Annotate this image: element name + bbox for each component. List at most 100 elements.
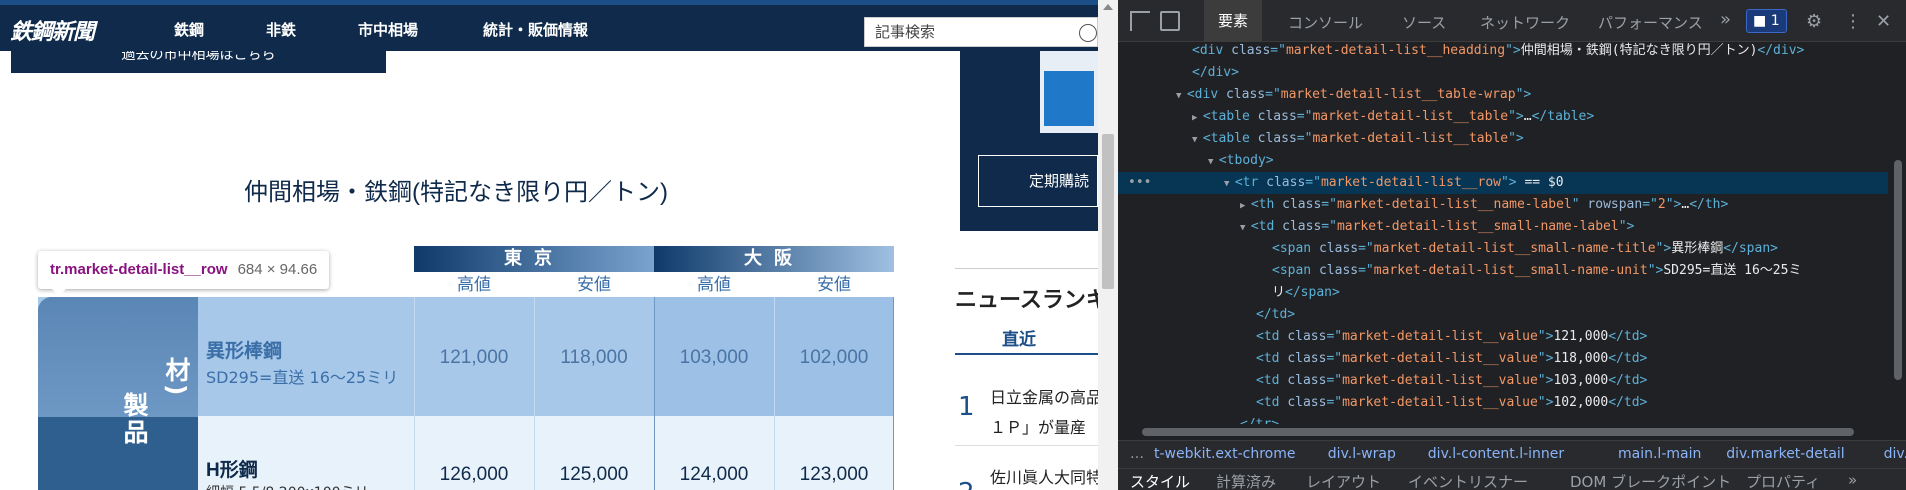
scrollbar-thumb[interactable] [1102, 134, 1114, 289]
dom-node[interactable]: ▼ <table class="market-detail-list__tabl… [1118, 128, 1888, 150]
sub-header-low: 安値 [817, 275, 851, 295]
styles-subtab[interactable]: プロパティ [1746, 471, 1820, 490]
issues-badge[interactable]: ■ 1 [1746, 9, 1787, 33]
dom-token: <div [1192, 43, 1232, 58]
dom-node[interactable]: <div class="market-detail-list__headding… [1118, 42, 1888, 62]
expand-icon[interactable]: ▶ [1192, 113, 1203, 123]
city-header-osaka: 大阪 [654, 246, 894, 272]
styles-subtab[interactable]: » [1848, 471, 1857, 489]
tab-performance[interactable]: パフォーマンス [1598, 12, 1703, 33]
tab-console[interactable]: コンソール [1288, 12, 1363, 33]
search-input[interactable] [865, 18, 1065, 46]
dom-token: </div> [1192, 65, 1239, 80]
sub-header-low: 安値 [577, 275, 611, 295]
kebab-menu-icon[interactable]: ⋮ [1844, 11, 1862, 32]
dom-token: =" [1326, 329, 1343, 344]
dom-token: == $0 [1516, 175, 1564, 190]
dom-node[interactable]: <td class="market-detail-list__value">12… [1118, 326, 1888, 348]
dom-token: class [1287, 329, 1327, 344]
news-link[interactable]: 佐川眞人大同特 [990, 464, 1098, 488]
more-tabs-button[interactable]: » [1720, 9, 1731, 30]
dom-token: "> [1515, 87, 1532, 102]
breadcrumb-overflow[interactable]: … [1130, 441, 1144, 467]
news-link[interactable]: １Ｐ」が量産 [990, 414, 1086, 438]
styles-subtab[interactable]: イベントリスナー [1408, 471, 1528, 490]
site-logo[interactable]: 鉄鋼新聞 [10, 14, 95, 46]
collapse-icon[interactable]: ▼ [1176, 91, 1187, 101]
dom-node[interactable]: </div> [1118, 62, 1888, 84]
close-icon[interactable]: ✕ [1876, 11, 1891, 32]
tab-sources[interactable]: ソース [1402, 12, 1446, 33]
dom-token: class [1287, 351, 1327, 366]
dom-node[interactable]: </tr> [1118, 414, 1888, 424]
dom-token: class [1287, 395, 1327, 410]
dom-node[interactable]: <td class="market-detail-list__value">10… [1118, 370, 1888, 392]
search-icon[interactable] [1079, 24, 1097, 42]
dom-token: =" [1326, 373, 1343, 388]
breadcrumb-item[interactable]: div.l-wrap [1328, 441, 1396, 467]
inspect-element-icon[interactable] [1130, 11, 1150, 31]
dom-token: <td [1250, 219, 1283, 234]
styles-subtab[interactable]: レイアウト [1306, 471, 1381, 490]
styles-subtab[interactable]: 計算済み [1216, 471, 1276, 490]
dom-token: <td [1256, 329, 1288, 344]
tab-elements[interactable]: 要素 [1204, 0, 1263, 42]
breadcrumb-item[interactable]: div.market-detail [1726, 441, 1845, 467]
tab-network[interactable]: ネットワーク [1480, 12, 1570, 33]
dom-node[interactable]: ▶ <th class="market-detail-list__name-la… [1118, 194, 1888, 216]
dom-token: 118,000 [1553, 351, 1609, 366]
news-link[interactable]: 日立金属の高品 [990, 384, 1098, 408]
dom-token: class [1282, 197, 1322, 212]
dom-node[interactable]: ▼ <div class="market-detail-list__table-… [1118, 84, 1888, 106]
collapse-icon[interactable]: ▼ [1240, 223, 1251, 233]
dom-node[interactable]: <td class="market-detail-list__value">10… [1118, 392, 1888, 414]
dom-token: <table [1202, 131, 1258, 146]
dom-token: market-detail-list__table [1312, 131, 1509, 146]
past-prices-link[interactable]: 過去の市中相場はこちら [11, 51, 386, 73]
value-cell: 123,000 [799, 464, 869, 485]
value-cell: 102,000 [799, 347, 869, 368]
breadcrumb-item[interactable]: t-webkit.ext-chrome [1154, 441, 1295, 467]
breadcrumb-item[interactable]: main.l-main [1618, 441, 1701, 467]
dom-vertical-scrollbar[interactable] [1890, 42, 1906, 424]
collapse-icon[interactable]: ▼ [1208, 157, 1219, 167]
dom-node[interactable]: リ</span> [1118, 282, 1888, 304]
promo-image[interactable] [1040, 51, 1098, 133]
gear-icon[interactable]: ⚙ [1806, 11, 1822, 32]
styles-subtab[interactable]: スタイル [1130, 471, 1190, 490]
dom-node[interactable]: ▶ <table class="market-detail-list__tabl… [1118, 106, 1888, 128]
page-scrollbar[interactable] [1098, 0, 1118, 490]
nav-nonferrous[interactable]: 非鉄 [266, 19, 296, 40]
collapse-icon[interactable]: ▼ [1224, 179, 1235, 189]
scrollbar-thumb[interactable] [1142, 428, 1854, 436]
dom-node[interactable]: <td class="market-detail-list__value">11… [1118, 348, 1888, 370]
device-toolbar-icon[interactable] [1160, 11, 1180, 31]
nav-statistics[interactable]: 統計・販価情報 [483, 19, 588, 40]
dom-horizontal-scrollbar[interactable] [1130, 424, 1886, 438]
nav-steel[interactable]: 鉄鋼 [174, 19, 204, 40]
dom-token: 仲間相場・鉄鋼(特記なき限り円／トン) [1520, 43, 1758, 58]
breadcrumb-item[interactable]: div.market-detail [1884, 441, 1906, 467]
breadcrumb-item[interactable]: div.l-content.l-inner [1428, 441, 1564, 467]
scrollbar-thumb[interactable] [1894, 160, 1902, 380]
nav-market-prices[interactable]: 市中相場 [358, 19, 418, 40]
tooltip-size: 684 × 94.66 [237, 261, 318, 278]
dom-token: market-detail-list__table-wrap [1280, 87, 1516, 102]
dom-node[interactable]: ▼ <td class="market-detail-list__small-n… [1118, 216, 1888, 238]
dom-node[interactable]: <span class="market-detail-list__small-n… [1118, 238, 1888, 260]
dom-token: <th [1250, 197, 1283, 212]
dom-token: </span> [1285, 285, 1340, 300]
dom-token: "> [1655, 241, 1672, 256]
dom-node[interactable]: ▼ <tbody> [1118, 150, 1888, 172]
dom-node[interactable]: <span class="market-detail-list__small-n… [1118, 260, 1888, 282]
node-actions-icon[interactable]: ••• [1128, 172, 1151, 194]
collapse-icon[interactable]: ▼ [1192, 135, 1203, 145]
dom-node[interactable]: </td> [1118, 304, 1888, 326]
dom-node-selected[interactable]: ••• ▼ <tr class="market-detail-list__row"… [1118, 172, 1888, 194]
sub-header-high: 高値 [457, 275, 491, 295]
expand-icon[interactable]: ▶ [1240, 201, 1251, 211]
scroll-up-icon[interactable] [1103, 4, 1113, 10]
tab-recent[interactable]: 直近 [1002, 325, 1036, 350]
styles-subtab[interactable]: DOM ブレークポイント [1570, 471, 1731, 490]
subscribe-button[interactable]: 定期購読 [978, 155, 1098, 207]
